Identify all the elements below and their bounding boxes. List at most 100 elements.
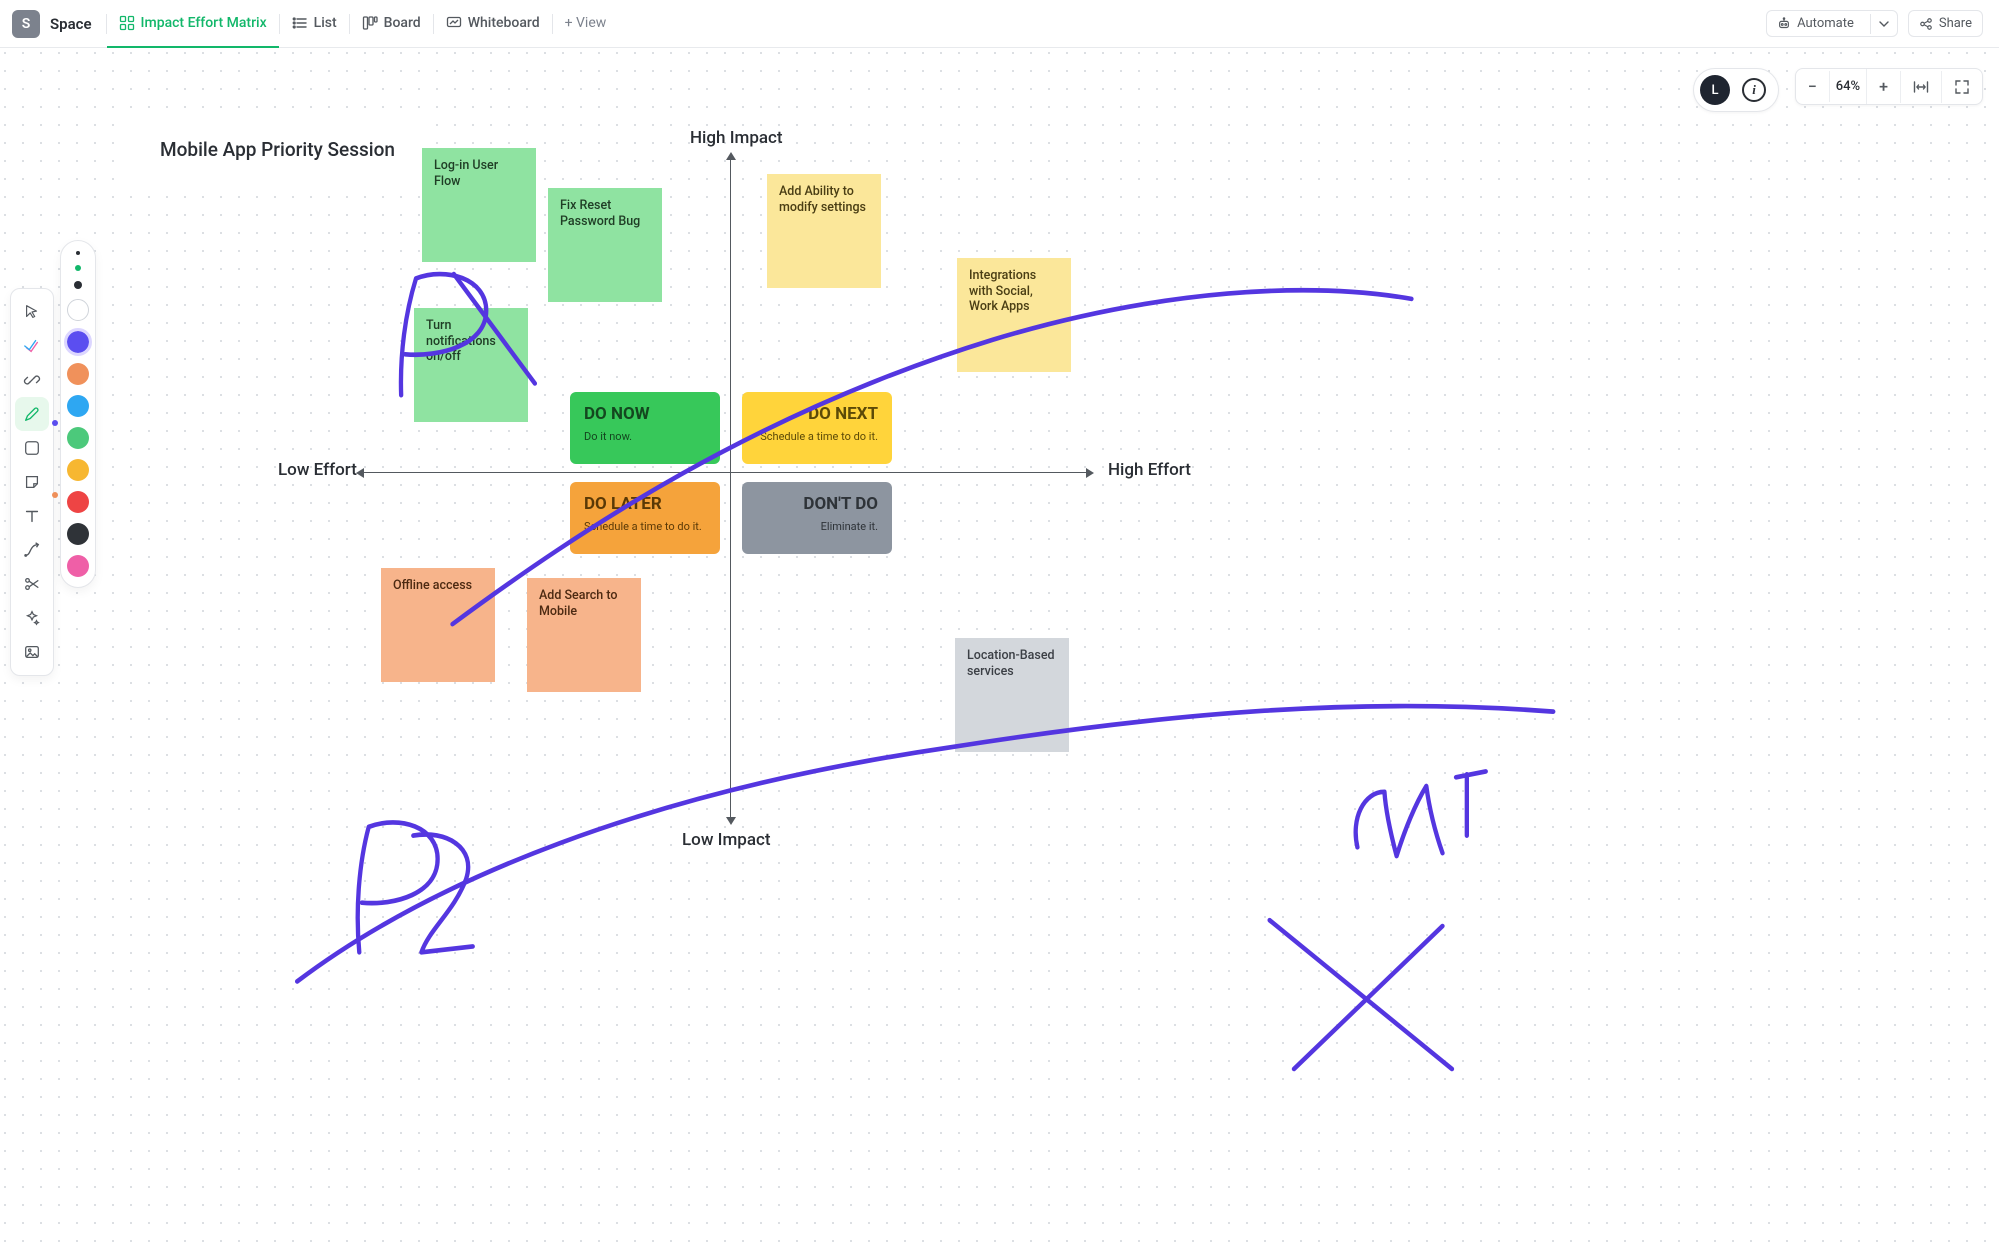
share-icon [1919,17,1933,31]
list-icon [292,15,308,31]
arrow-right-icon [1086,468,1094,478]
sticky-color-indicator [52,492,58,498]
tab-board[interactable]: Board [350,0,433,48]
color-blue[interactable] [67,395,89,417]
shape-tool[interactable] [15,431,49,465]
whiteboard-icon [446,15,462,31]
quadrant-heading: DO LATER [584,494,706,514]
ai-tool[interactable] [15,601,49,635]
color-amber[interactable] [67,459,89,481]
axis-label-bottom: Low Impact [682,830,771,850]
select-tool[interactable] [15,295,49,329]
note-offline[interactable]: Offline access [381,568,495,682]
task-tool[interactable] [15,329,49,363]
whiteboard-toolbar [10,288,54,676]
sticky-tool[interactable] [15,465,49,499]
automate-button[interactable]: Automate [1766,10,1898,37]
note-reset-pw[interactable]: Fix Reset Password Bug [548,188,662,302]
link-tool[interactable] [15,363,49,397]
ink-x-2 [1294,926,1443,1069]
quadrant-do-later[interactable]: DO LATER Schedule a time to do it. [570,482,720,554]
stroke-width-xs[interactable] [76,251,80,255]
share-button[interactable]: Share [1908,10,1983,37]
note-login[interactable]: Log-in User Flow [422,148,536,262]
tab-label: + View [565,15,607,31]
tab-label: Board [384,15,421,31]
canvas[interactable]: L i − 64% + [0,48,1999,1244]
ink-p2-p [358,822,438,952]
quadrant-sub: Eliminate it. [756,520,878,533]
robot-icon [1777,17,1791,31]
axis-vertical [730,156,731,821]
quadrant-do-next[interactable]: DO NEXT Schedule a time to do it. [742,392,892,464]
axis-label-top: High Impact [690,128,783,148]
matrix-icon [119,15,135,31]
quadrant-heading: DO NEXT [756,404,878,424]
color-red[interactable] [67,491,89,513]
color-charcoal[interactable] [67,523,89,545]
share-label: Share [1939,16,1972,31]
arrow-down-icon [726,817,736,825]
tab-label: Impact Effort Matrix [141,15,267,31]
quadrant-dont-do[interactable]: DON'T DO Eliminate it. [742,482,892,554]
color-green[interactable] [67,427,89,449]
ink-cut [1356,771,1486,856]
space-name[interactable]: Space [44,15,102,33]
color-orange[interactable] [67,363,89,385]
text-tool[interactable] [15,499,49,533]
top-bar: S Space Impact Effort Matrix List [0,0,1999,48]
pen-tool[interactable] [15,397,49,431]
tab-impact-effort-matrix[interactable]: Impact Effort Matrix [107,0,279,48]
quadrant-heading: DO NOW [584,404,706,424]
top-bar-left: S Space Impact Effort Matrix List [12,0,618,48]
color-purple[interactable] [67,331,89,353]
info-icon[interactable]: i [1742,78,1766,102]
tab-add-view[interactable]: + View [553,0,619,48]
zoom-out-button[interactable]: − [1796,69,1829,104]
tab-whiteboard[interactable]: Whiteboard [434,0,552,48]
automate-dropdown[interactable] [1870,14,1897,34]
ink-p2-2 [413,834,472,952]
note-search[interactable]: Add Search to Mobile [527,578,641,692]
connector-tool[interactable] [15,533,49,567]
axis-label-left: Low Effort [278,460,357,480]
view-tabs: Impact Effort Matrix List Board [106,0,619,48]
axis-label-right: High Effort [1108,460,1191,480]
note-integrations[interactable]: Integrations with Social, Work Apps [957,258,1071,372]
fit-width-button[interactable] [1900,71,1941,103]
axis-horizontal [360,472,1090,473]
avatar[interactable]: L [1700,75,1730,105]
board-icon [362,15,378,31]
collaborators-pill: L i [1693,68,1779,112]
note-settings[interactable]: Add Ability to modify settings [767,174,881,288]
quadrant-sub: Do it now. [584,430,706,443]
arrow-up-icon [726,152,736,160]
quadrant-sub: Schedule a time to do it. [584,520,706,533]
space-badge[interactable]: S [12,10,40,38]
quadrant-sub: Schedule a time to do it. [756,430,878,443]
quadrant-heading: DON'T DO [756,494,878,514]
zoom-controls: − 64% + [1795,68,1983,105]
fullscreen-button[interactable] [1941,71,1982,103]
pen-stroke-indicator [52,420,58,426]
note-notifications[interactable]: Turn notifications on/off [414,308,528,422]
zoom-value[interactable]: 64% [1829,71,1866,102]
automate-label: Automate [1797,16,1854,31]
tab-list[interactable]: List [280,0,349,48]
scissors-tool[interactable] [15,567,49,601]
tab-label: Whiteboard [468,15,540,31]
zoom-in-button[interactable]: + [1866,69,1900,104]
top-bar-right: Automate Share [1766,10,1983,37]
color-white[interactable] [67,299,89,321]
tab-label: List [314,15,337,31]
quadrant-do-now[interactable]: DO NOW Do it now. [570,392,720,464]
chevron-down-icon [1879,19,1889,29]
pen-palette [60,240,96,588]
stroke-width-md[interactable] [74,281,82,289]
note-location[interactable]: Location-Based services [955,638,1069,752]
color-pink[interactable] [67,555,89,577]
image-tool[interactable] [15,635,49,669]
arrow-left-icon [356,468,364,478]
stroke-width-sm[interactable] [75,265,81,271]
ink-x-1 [1270,920,1452,1069]
